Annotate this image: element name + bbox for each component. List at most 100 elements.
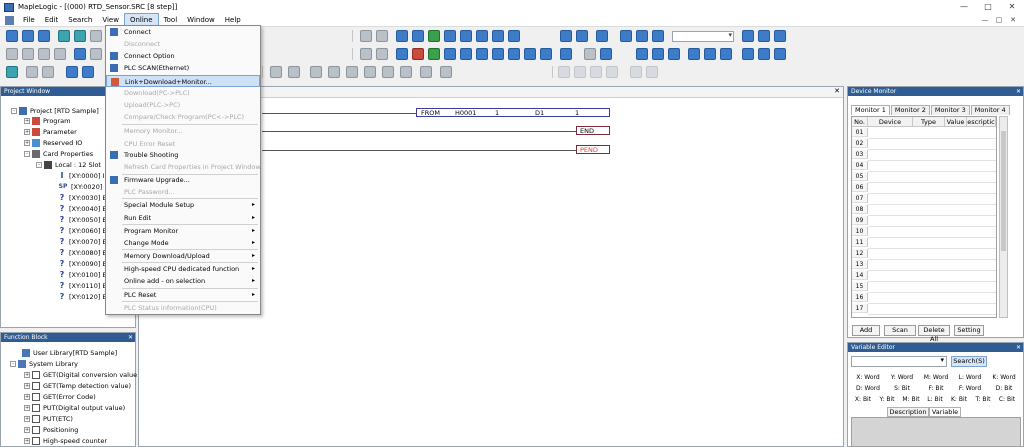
contact-close-icon[interactable]	[82, 66, 94, 78]
open-program-icon[interactable]	[74, 30, 86, 42]
ladder-mode-icon[interactable]	[6, 66, 18, 78]
device-monitor-table[interactable]: No. Device Type Value escriptic 01 02 03 04…	[851, 116, 997, 318]
menu-item-connect-option[interactable]: Connect Option	[106, 50, 260, 62]
device-type-cell[interactable]: L: Word	[953, 372, 987, 383]
monitor-icon[interactable]	[460, 30, 472, 42]
chart-icon[interactable]	[460, 48, 472, 60]
menu-item-program-monitor[interactable]: Program Monitor ▸	[106, 225, 260, 237]
editor-close-icon[interactable]: ✕	[834, 87, 840, 95]
table-row-number[interactable]: 06	[852, 183, 868, 192]
table-row[interactable]	[868, 193, 996, 194]
unlink-icon[interactable]	[576, 30, 588, 42]
gear-icon[interactable]	[444, 48, 456, 60]
export-icon[interactable]	[540, 48, 552, 60]
cloud-settings-icon[interactable]	[688, 48, 700, 60]
delete-all-button[interactable]: Delete All	[918, 325, 950, 343]
menu-item-plc-scan[interactable]: PLC SCAN(Ethernet)	[106, 62, 260, 74]
device-type-cell[interactable]: X: Bit	[851, 394, 875, 405]
settings-icon[interactable]	[444, 30, 456, 42]
new-program-icon[interactable]	[58, 30, 70, 42]
table-row[interactable]	[868, 226, 996, 227]
menu-item-run-edit[interactable]: Run Edit ▸	[106, 212, 260, 224]
table-row-number[interactable]: 10	[852, 227, 868, 236]
tree-item-slot[interactable]: ? [XY:0040] E	[58, 204, 107, 214]
tree-item-project[interactable]: - Project [RTD Sample]	[11, 106, 99, 116]
fb-item[interactable]: + Positioning	[24, 425, 78, 435]
table-row-number[interactable]: 05	[852, 172, 868, 181]
tree-item-slot[interactable]: I [XY:0000] I	[58, 171, 105, 181]
cloud-download-icon[interactable]	[652, 48, 664, 60]
tree-item-parameter[interactable]: + Parameter	[24, 127, 77, 137]
fb-system-library[interactable]: - System Library	[10, 359, 78, 369]
register-icon[interactable]	[560, 48, 572, 60]
table-row-number[interactable]: 08	[852, 205, 868, 214]
save-program-icon[interactable]	[90, 30, 102, 42]
menu-item-memory-monitor[interactable]: Memory Monitor...	[106, 125, 260, 137]
menu-item-download[interactable]: Download(PC->PLC)	[106, 87, 260, 99]
device-type-cell[interactable]: Y: Bit	[875, 394, 899, 405]
online-edit-icon[interactable]	[636, 30, 648, 42]
menu-item-plc-status[interactable]: PLC Status information(CPU)	[106, 302, 260, 314]
device-type-cell[interactable]: F: Bit	[919, 383, 953, 394]
device-type-cell[interactable]: K: Word	[987, 372, 1021, 383]
search-button[interactable]: Search(S)	[951, 356, 987, 367]
cloud-sync-icon[interactable]	[668, 48, 680, 60]
fb-item[interactable]: + GET(Error Code)	[24, 392, 96, 402]
device-type-cell[interactable]: D: Bit	[987, 383, 1021, 394]
scrollbar-thumb[interactable]	[1001, 131, 1006, 251]
cloud-options2-icon[interactable]	[720, 48, 732, 60]
zoom-out-icon[interactable]	[26, 66, 38, 78]
falling-edge-icon[interactable]	[288, 66, 300, 78]
wizard-icon[interactable]	[600, 48, 612, 60]
menu-item-refresh-card[interactable]: Refresh Card Properties in Project Windo…	[106, 161, 261, 173]
device-type-cell[interactable]: S: Bit	[885, 383, 919, 394]
vertical-line-icon[interactable]	[382, 66, 394, 78]
table-row[interactable]	[868, 215, 996, 216]
device-type-cell[interactable]: T: Bit	[971, 394, 995, 405]
new-project-icon[interactable]	[6, 30, 18, 42]
ladder-options-icon[interactable]	[440, 66, 452, 78]
device-type-cell[interactable]: M: Word	[919, 372, 953, 383]
compile-icon[interactable]	[428, 30, 440, 42]
menu-file[interactable]: File	[18, 14, 40, 26]
device-type-cell[interactable]: D: Word	[851, 383, 885, 394]
tree-item-slot[interactable]: ? [XY:0030] E	[58, 193, 107, 203]
device-type-cell[interactable]: M: Bit	[899, 394, 923, 405]
setting-button[interactable]: Setting	[954, 325, 984, 336]
coil-set-icon[interactable]	[328, 66, 340, 78]
table-row-number[interactable]: 02	[852, 139, 868, 148]
document-icon[interactable]	[5, 15, 14, 25]
list-view-icon[interactable]	[376, 48, 388, 60]
menu-item-memory-download-upload[interactable]: Memory Download/Upload ▸	[106, 250, 260, 262]
table-row-number[interactable]: 09	[852, 216, 868, 225]
table-row-number[interactable]: 16	[852, 293, 868, 302]
table-row-number[interactable]: 01	[852, 128, 868, 137]
table-row[interactable]	[868, 314, 996, 315]
menu-item-trouble-shooting[interactable]: Trouble Shooting	[106, 149, 260, 161]
table-row[interactable]	[868, 292, 996, 293]
variable-list[interactable]	[851, 417, 1021, 447]
from-instruction[interactable]: FROM H0001 1 D1 1	[416, 108, 610, 117]
open-project-icon[interactable]	[22, 30, 34, 42]
run-icon[interactable]	[428, 48, 440, 60]
menu-item-change-mode[interactable]: Change Mode ▸	[106, 237, 260, 249]
menu-item-special-module-setup[interactable]: Special Module Setup ▸	[106, 199, 260, 211]
menu-item-online-add-on[interactable]: Online add - on selection ▸	[106, 275, 260, 287]
fb-item[interactable]: + PUT(ETC)	[24, 414, 73, 424]
breakpoint-icon[interactable]	[630, 66, 642, 78]
cloud-link-icon[interactable]	[742, 30, 754, 42]
menu-item-upload[interactable]: Upload(PLC->PC)	[106, 99, 260, 111]
device-monitor-close-icon[interactable]: ✕	[1016, 87, 1021, 96]
fb-item[interactable]: + PUT(Digital output value)	[24, 403, 125, 413]
tree-item-local-slot[interactable]: - Local : 12 Slot	[36, 160, 101, 170]
find-device-icon[interactable]	[412, 30, 424, 42]
menu-item-plc-reset[interactable]: PLC Reset ▸	[106, 289, 260, 301]
comment-icon[interactable]	[396, 48, 408, 60]
table-row-number[interactable]: 07	[852, 194, 868, 203]
tab-description[interactable]: Description	[887, 407, 929, 417]
tree-item-program[interactable]: + Program	[24, 116, 70, 126]
cloud-device-icon[interactable]	[758, 48, 770, 60]
mdi-minimize-button[interactable]: —	[978, 14, 992, 26]
tab-monitor-4[interactable]: Monitor 4	[970, 105, 1010, 115]
menu-item-link-download-monitor[interactable]: Link+Download+Monitor...	[106, 75, 260, 87]
